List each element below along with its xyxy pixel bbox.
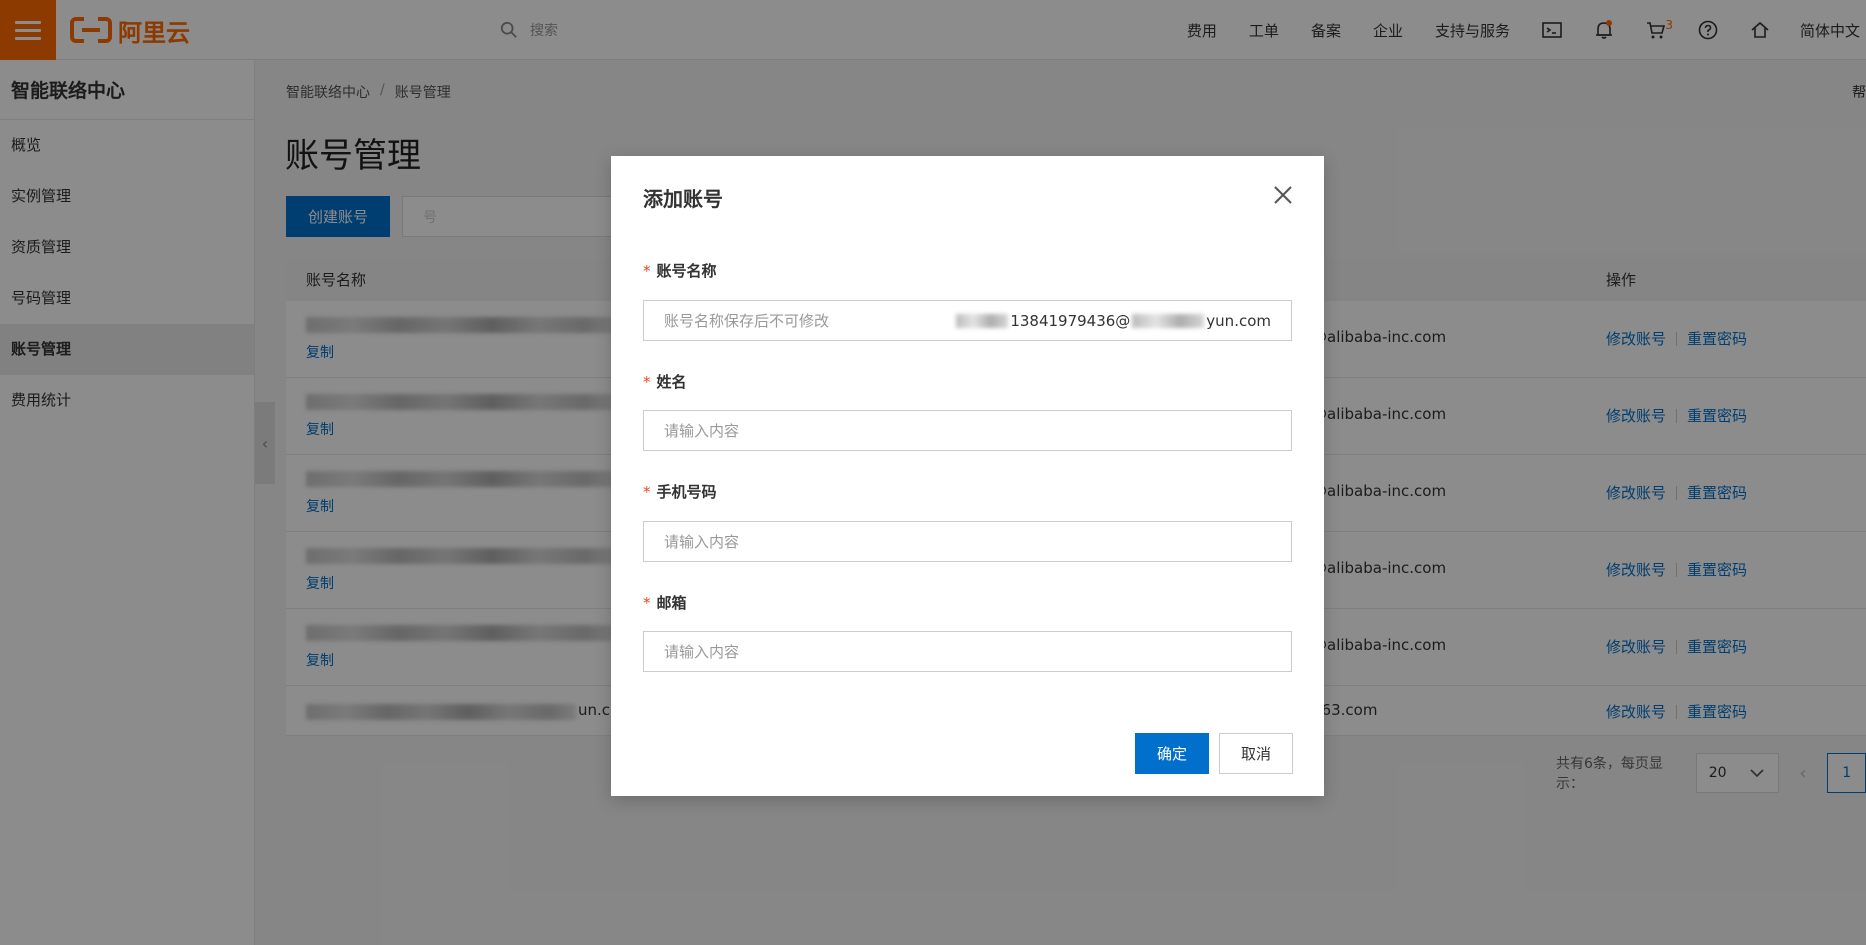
phone-input[interactable]: 请输入内容 (643, 521, 1292, 562)
full-name-label: * 姓名 (643, 371, 687, 392)
close-icon[interactable] (1270, 182, 1296, 208)
email-label-text: 邮箱 (656, 594, 687, 612)
redacted-chip (1132, 313, 1205, 328)
dialog-title: 添加账号 (643, 187, 723, 211)
required-mark: * (643, 373, 651, 391)
phone-label: * 手机号码 (643, 481, 717, 502)
cancel-button[interactable]: 取消 (1219, 733, 1293, 774)
account-name-label-text: 账号名称 (656, 262, 717, 280)
account-name-label: * 账号名称 (643, 260, 717, 281)
full-name-label-text: 姓名 (656, 373, 687, 391)
full-name-placeholder: 请输入内容 (664, 422, 740, 440)
required-mark: * (643, 262, 651, 280)
account-name-value: 13841979436@ yun.com (956, 312, 1271, 330)
email-input[interactable]: 请输入内容 (643, 631, 1292, 672)
full-name-input[interactable]: 请输入内容 (643, 410, 1292, 451)
account-name-input[interactable]: 账号名称保存后不可修改 13841979436@ yun.com (643, 300, 1292, 341)
phone-placeholder: 请输入内容 (664, 533, 740, 551)
redacted-chip (956, 313, 1009, 328)
account-name-value-mid: 13841979436@ (1010, 311, 1131, 330)
required-mark: * (643, 594, 651, 612)
phone-label-text: 手机号码 (656, 483, 717, 501)
required-mark: * (643, 483, 651, 501)
confirm-button[interactable]: 确定 (1135, 733, 1209, 774)
email-placeholder: 请输入内容 (664, 643, 740, 661)
add-account-dialog: 添加账号 * 账号名称 账号名称保存后不可修改 13841979436@ yun.… (611, 156, 1324, 796)
email-label: * 邮箱 (643, 592, 687, 613)
account-name-value-tail: yun.com (1206, 311, 1271, 330)
account-name-placeholder: 账号名称保存后不可修改 (664, 312, 830, 330)
